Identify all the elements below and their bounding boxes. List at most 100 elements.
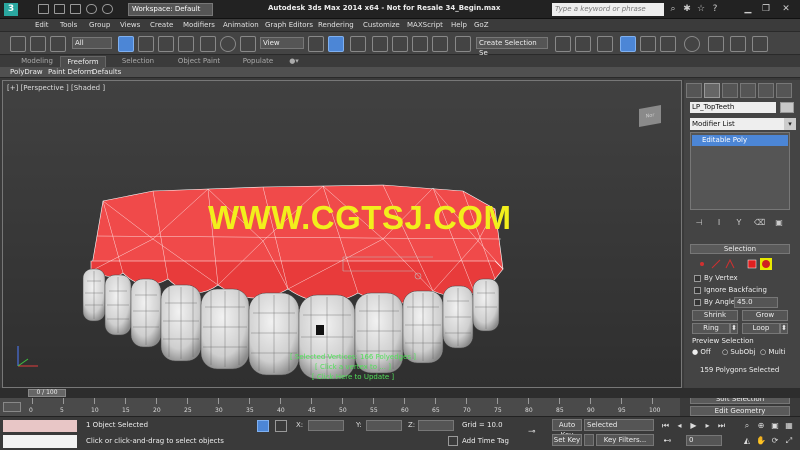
render-setup-icon[interactable] bbox=[708, 36, 724, 52]
time-slider-track[interactable]: 0 / 100 bbox=[0, 388, 800, 398]
modifier-list-dropdown[interactable]: Modifier List ▾ bbox=[690, 118, 796, 130]
material-editor-icon[interactable] bbox=[684, 36, 700, 52]
go-to-start-icon[interactable]: ⏮ bbox=[660, 420, 671, 431]
ref-coord-dropdown[interactable]: View bbox=[260, 37, 304, 49]
polygon-mode-icon[interactable] bbox=[746, 258, 758, 270]
search-icon[interactable]: ⌕ bbox=[668, 4, 678, 14]
star-icon[interactable]: ☆ bbox=[696, 4, 706, 14]
modifier-stack[interactable]: Editable Poly bbox=[690, 132, 790, 210]
new-file-icon[interactable] bbox=[38, 4, 49, 14]
utilities-tab-icon[interactable] bbox=[776, 83, 792, 98]
default-tangent-icon[interactable] bbox=[584, 434, 594, 446]
add-time-tag-button[interactable]: Add Time Tag bbox=[462, 437, 509, 445]
layer-manager-icon[interactable] bbox=[597, 36, 613, 52]
display-tab-icon[interactable] bbox=[758, 83, 774, 98]
redo-icon[interactable] bbox=[102, 4, 113, 14]
menu-modifiers[interactable]: Modifiers bbox=[183, 19, 215, 31]
menu-create[interactable]: Create bbox=[150, 19, 173, 31]
menu-graph-editors[interactable]: Graph Editors bbox=[265, 19, 313, 31]
workspace-dropdown[interactable]: Workspace: Default bbox=[128, 3, 213, 16]
menu-animation[interactable]: Animation bbox=[223, 19, 259, 31]
render-production-icon[interactable] bbox=[752, 36, 768, 52]
tab-modeling[interactable]: Modeling bbox=[14, 56, 60, 67]
save-file-icon[interactable] bbox=[70, 4, 81, 14]
percent-snap-icon[interactable] bbox=[412, 36, 428, 52]
configure-sets-icon[interactable]: ▣ bbox=[774, 218, 784, 228]
scale-icon[interactable] bbox=[240, 36, 256, 52]
help-icon[interactable]: ? bbox=[710, 4, 720, 14]
by-vertex-checkbox[interactable] bbox=[694, 275, 701, 282]
key-mode-dropdown[interactable]: Selected bbox=[584, 419, 654, 431]
angle-snap-icon[interactable] bbox=[392, 36, 408, 52]
schematic-view-icon[interactable] bbox=[660, 36, 676, 52]
orbit-icon[interactable]: ⟳ bbox=[770, 436, 780, 446]
modify-tab-icon[interactable] bbox=[704, 83, 720, 98]
selection-rollout-header[interactable]: Selection bbox=[690, 244, 790, 254]
key-filters-button[interactable]: Key Filters... bbox=[596, 434, 654, 446]
app-logo-icon[interactable]: 3 bbox=[4, 3, 18, 16]
by-angle-checkbox[interactable] bbox=[694, 299, 701, 306]
preview-subobj-radio[interactable]: ○ SubObj bbox=[722, 348, 756, 356]
spinner-snap-icon[interactable] bbox=[432, 36, 448, 52]
menu-goz[interactable]: GoZ bbox=[474, 19, 489, 31]
lock-selection-icon[interactable] bbox=[257, 420, 269, 432]
remove-modifier-icon[interactable]: ⌫ bbox=[754, 218, 765, 228]
tab-selection[interactable]: Selection bbox=[112, 56, 164, 67]
chevron-down-icon[interactable]: ▾ bbox=[784, 118, 796, 130]
align-icon[interactable] bbox=[575, 36, 591, 52]
create-tab-icon[interactable] bbox=[686, 83, 702, 98]
current-frame-field[interactable]: 0 bbox=[686, 435, 722, 446]
menu-tools[interactable]: Tools bbox=[60, 19, 77, 31]
menu-maxscript[interactable]: MAXScript bbox=[407, 19, 443, 31]
preview-multi-radio[interactable]: ○ Multi bbox=[760, 348, 785, 356]
mirror-icon[interactable] bbox=[555, 36, 571, 52]
tab-object-paint[interactable]: Object Paint bbox=[170, 56, 228, 67]
zoom-icon[interactable]: ⌕ bbox=[742, 421, 752, 431]
maximize-viewport-icon[interactable]: ⤢ bbox=[784, 436, 794, 446]
menu-rendering[interactable]: Rendering bbox=[318, 19, 354, 31]
stack-item-editable-poly[interactable]: Editable Poly bbox=[692, 135, 788, 146]
show-end-result-icon[interactable]: I bbox=[714, 218, 724, 228]
x-coord-field[interactable] bbox=[308, 420, 344, 431]
select-by-name-icon[interactable] bbox=[138, 36, 154, 52]
paint-deform-button[interactable]: Paint Deform bbox=[48, 67, 94, 78]
y-coord-field[interactable] bbox=[366, 420, 402, 431]
menu-views[interactable]: Views bbox=[120, 19, 140, 31]
undo-icon[interactable] bbox=[86, 4, 97, 14]
named-selection-dropdown[interactable]: Create Selection Se bbox=[476, 37, 548, 57]
maxscript-listener-input[interactable] bbox=[3, 435, 77, 448]
snap-toggle-icon[interactable] bbox=[372, 36, 388, 52]
key-mode-toggle-icon[interactable]: ⊷ bbox=[662, 435, 673, 446]
time-slider[interactable]: 0 / 100 bbox=[28, 389, 66, 397]
zoom-all-icon[interactable]: ⊕ bbox=[756, 421, 766, 431]
previous-frame-icon[interactable]: ◂ bbox=[674, 420, 685, 431]
pivot-center-icon[interactable] bbox=[308, 36, 324, 52]
edge-mode-icon[interactable] bbox=[710, 258, 722, 270]
object-color-swatch[interactable] bbox=[780, 102, 794, 113]
key-icon[interactable]: ⊸ bbox=[528, 427, 546, 437]
maxscript-listener-output[interactable] bbox=[3, 420, 77, 432]
minimize-button[interactable]: ▁ bbox=[740, 2, 756, 16]
z-coord-field[interactable] bbox=[418, 420, 454, 431]
time-tag-icon[interactable] bbox=[448, 436, 458, 446]
rendered-frame-icon[interactable] bbox=[730, 36, 746, 52]
close-button[interactable]: ✕ bbox=[778, 2, 794, 16]
rect-selection-icon[interactable] bbox=[158, 36, 174, 52]
edit-named-selections-icon[interactable] bbox=[455, 36, 471, 52]
graphite-toggle-icon[interactable] bbox=[620, 36, 636, 52]
ignore-backfacing-checkbox[interactable] bbox=[694, 287, 701, 294]
defaults-button[interactable]: Defaults bbox=[92, 67, 121, 78]
ring-button[interactable]: Ring bbox=[692, 323, 730, 334]
hierarchy-tab-icon[interactable] bbox=[722, 83, 738, 98]
set-key-button[interactable]: Set Key bbox=[552, 434, 582, 446]
ribbon-options-icon[interactable]: ●▾ bbox=[286, 56, 302, 67]
window-crossing-icon[interactable] bbox=[178, 36, 194, 52]
grow-button[interactable]: Grow bbox=[742, 310, 788, 321]
menu-help[interactable]: Help bbox=[451, 19, 467, 31]
perspective-viewport[interactable]: [+] [Perspective ] [Shaded ] Nor WWW.CGT… bbox=[2, 80, 682, 388]
play-icon[interactable]: ▶ bbox=[688, 420, 699, 431]
open-file-icon[interactable] bbox=[54, 4, 65, 14]
tools-icon[interactable]: ✱ bbox=[682, 4, 692, 14]
go-to-end-icon[interactable]: ⏭ bbox=[716, 420, 727, 431]
pin-stack-icon[interactable]: ⊣ bbox=[694, 218, 704, 228]
